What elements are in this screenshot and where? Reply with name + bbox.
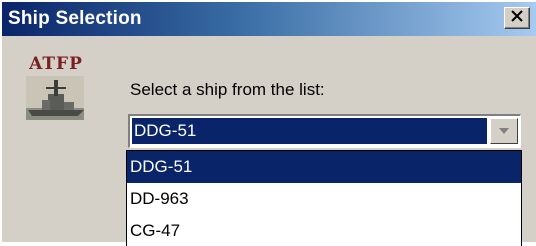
ship-option-cg-47[interactable]: CG-47 [127,215,521,246]
ship-select-combobox[interactable]: DDG-51 [128,114,521,148]
ship-dropdown-list[interactable]: DDG-51 DD-963 CG-47 [126,150,522,246]
chevron-down-icon [498,122,510,140]
ship-select-value[interactable]: DDG-51 [132,118,487,144]
atfp-logo: ATFP [16,54,96,124]
ship-option-ddg-51[interactable]: DDG-51 [127,151,521,183]
close-icon [510,9,524,27]
title-bar[interactable]: Ship Selection [2,2,536,36]
ship-selection-dialog: Ship Selection ATFP Select a ship from t… [0,0,536,246]
window-title: Ship Selection [8,8,142,29]
close-button[interactable] [504,7,530,29]
dropdown-arrow-button[interactable] [490,118,518,144]
ship-option-dd-963[interactable]: DD-963 [127,183,521,215]
ship-prompt-label: Select a ship from the list: [130,80,325,99]
